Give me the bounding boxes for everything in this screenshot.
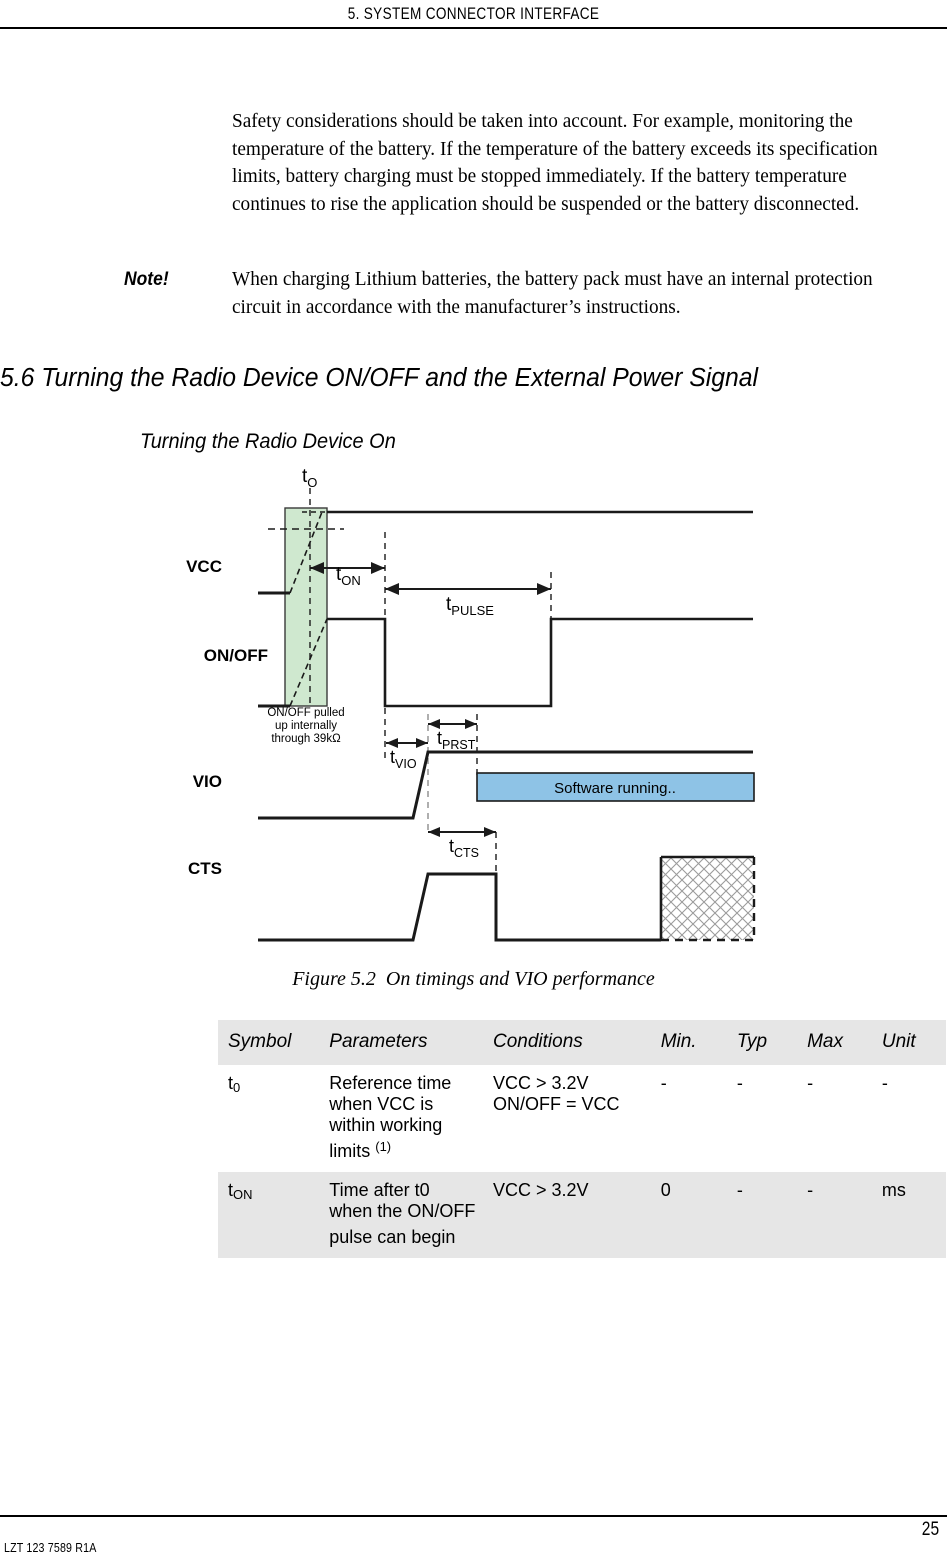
cell-parameters: Reference time when VCC is within workin…	[319, 1065, 483, 1172]
cell-max: -	[807, 1073, 814, 1093]
signal-label-cts: CTS	[188, 859, 222, 878]
table-header-unit: Unit	[871, 1020, 946, 1065]
pullup-note-line3: through 39kΩ	[271, 733, 341, 745]
table-header-conditions: Conditions	[483, 1020, 651, 1065]
figure-caption: Figure 5.2 On timings and VIO performanc…	[0, 968, 947, 991]
cell-conditions: VCC > 3.2V ON/OFF = VCC	[483, 1065, 651, 1172]
table-header-symbol: Symbol	[218, 1020, 320, 1065]
parameter-table: Symbol Parameters Conditions Min. Typ Ma…	[218, 1020, 946, 1258]
page-number: 25	[921, 1519, 939, 1540]
tcts-label: tCTS	[449, 836, 479, 860]
tpulse-arrow-head-left	[385, 583, 399, 595]
cell-parameters-footnote: (1)	[375, 1139, 392, 1154]
cell-conditions-line1: VCC > 3.2V	[493, 1179, 589, 1200]
cell-symbol-subscript: 0	[233, 1080, 241, 1096]
figure-subheading: Turning the Radio Device On	[140, 430, 396, 453]
cell-typ: -	[736, 1073, 743, 1093]
table-header-parameters: Parameters	[319, 1020, 483, 1065]
tpulse-arrow-head-right	[537, 583, 551, 595]
section-heading: 5.6 Turning the Radio Device ON/OFF and …	[0, 364, 759, 392]
tpulse-label: tPULSE	[446, 594, 494, 618]
t0-label: tO	[302, 466, 317, 490]
cell-conditions: VCC > 3.2V	[483, 1171, 651, 1258]
cell-symbol: tON	[218, 1171, 320, 1258]
cell-parameters: Time after t0 when the ON/OFF pulse can …	[319, 1171, 483, 1258]
paragraph-safety: Safety considerations should be taken in…	[232, 110, 878, 215]
ton-arrow-head-right	[371, 562, 385, 574]
tprst-label: tPRST	[437, 728, 476, 752]
pullup-note-line1: ON/OFF pulled	[267, 707, 344, 719]
table-row: tON Time after t0 when the ON/OFF pulse …	[218, 1171, 946, 1258]
cell-unit: ms	[871, 1171, 946, 1258]
cell-max: -	[797, 1171, 872, 1258]
document-page: 5. SYSTEM CONNECTOR INTERFACE Safety con…	[0, 0, 947, 1563]
table-header-row: Symbol Parameters Conditions Min. Typ Ma…	[218, 1020, 946, 1065]
software-running-label: Software running..	[554, 780, 676, 797]
cell-typ: -	[726, 1171, 798, 1258]
page-header: 5. SYSTEM CONNECTOR INTERFACE	[0, 0, 947, 24]
note-text: When charging Lithium batteries, the bat…	[232, 268, 873, 318]
tcts-arrow-head-left	[428, 827, 440, 837]
pullup-note-line2: up internally	[275, 720, 337, 732]
cts-waveform	[258, 872, 661, 942]
timing-diagram-figure: tO tON tPULSE ON/OFF pulled up internall…	[0, 462, 947, 962]
figure-caption-text: On timings and VIO performance	[385, 968, 655, 990]
table-header-max: Max	[797, 1020, 872, 1065]
figure-caption-number: Figure 5.2	[292, 968, 376, 990]
document-id: LZT 123 7589 R1A	[4, 1540, 97, 1555]
table-header-typ: Typ	[726, 1020, 798, 1065]
cell-unit: -	[881, 1073, 888, 1093]
cts-undefined-region	[661, 857, 754, 940]
header-title: 5. SYSTEM CONNECTOR INTERFACE	[347, 4, 600, 23]
body-text-block: Safety considerations should be taken in…	[232, 108, 932, 218]
footer-rule	[0, 1515, 947, 1517]
cell-parameters-text: Time after t0 when the ON/OFF pulse can …	[329, 1179, 476, 1247]
cell-symbol: t0	[218, 1065, 319, 1172]
tprst-arrow-head-right	[465, 719, 477, 729]
tvio-arrow-head-right	[416, 738, 428, 748]
onoff-pullup-band	[284, 507, 328, 707]
tvio-label: tVIO	[390, 747, 417, 771]
cell-symbol-subscript: ON	[233, 1187, 253, 1203]
timing-diagram-svg: tO tON tPULSE ON/OFF pulled up internall…	[186, 466, 756, 942]
onoff-pulse-waveform	[327, 617, 753, 708]
header-rule	[0, 27, 947, 29]
table-header-min: Min.	[650, 1020, 727, 1065]
signal-label-vcc: VCC	[186, 557, 222, 576]
table-row: t0 Reference time when VCC is within wor…	[218, 1065, 946, 1172]
signal-label-onoff: ON/OFF	[204, 646, 268, 665]
cell-min: 0	[650, 1171, 727, 1258]
signal-label-vio: VIO	[193, 772, 222, 791]
cell-conditions-line2: ON/OFF = VCC	[493, 1094, 620, 1114]
tcts-arrow-head-right	[484, 827, 496, 837]
cell-conditions-line1: VCC > 3.2V	[493, 1073, 589, 1093]
note-label: Note!	[124, 269, 169, 290]
cell-min: -	[660, 1073, 667, 1093]
